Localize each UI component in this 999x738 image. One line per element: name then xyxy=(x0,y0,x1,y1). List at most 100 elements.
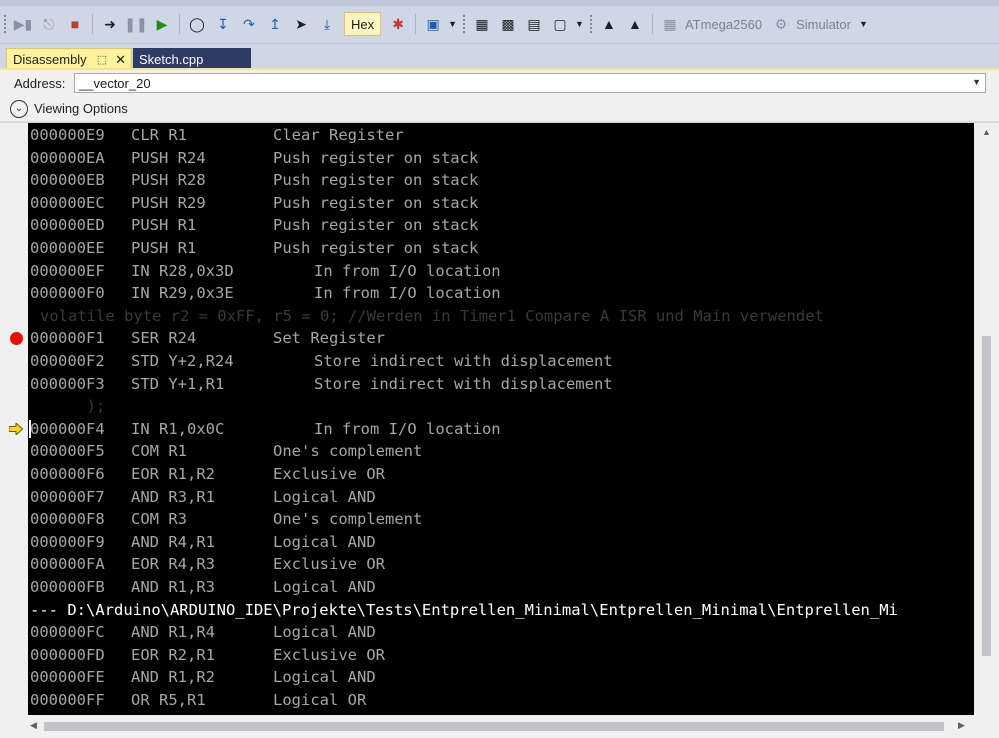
asm-instruction: EOR R1,R2 xyxy=(131,465,215,483)
asm-description: Push register on stack xyxy=(273,216,479,235)
asm-instruction: AND R4,R1 xyxy=(131,532,215,551)
registers-icon[interactable]: ▩ xyxy=(497,13,519,35)
viewing-options-toggle[interactable]: ⌄ Viewing Options xyxy=(0,96,999,122)
device-selector[interactable]: ATmega2560 xyxy=(685,17,762,32)
asm-address: 000000FF xyxy=(30,691,105,709)
horizontal-scrollbar[interactable]: ◀ ▶ xyxy=(0,715,999,738)
asm-instruction: OR R5,R1 xyxy=(131,691,206,709)
asm-address: 000000EC xyxy=(30,193,105,212)
asm-address: 000000F2 xyxy=(30,352,105,370)
erase-icon[interactable]: ▲ xyxy=(624,13,646,35)
asm-address: 000000EE xyxy=(30,239,105,257)
disassembly-view[interactable]: 000000E9 CLR R1 Clear Register 000000EA PUSH… xyxy=(28,123,974,715)
hex-toggle-button[interactable]: Hex xyxy=(344,12,382,36)
asm-description: In from I/O location xyxy=(314,419,501,438)
asm-description: Push register on stack xyxy=(273,193,479,212)
scroll-up-icon[interactable]: ▲ xyxy=(982,127,991,137)
breakpoint-gutter[interactable] xyxy=(0,123,28,715)
asm-address: 000000F1 xyxy=(30,329,105,348)
asm-instruction: PUSH R1 xyxy=(131,239,197,257)
chevron-down-icon[interactable]: ⌄ xyxy=(10,99,28,118)
toolbar-grip[interactable] xyxy=(462,14,467,34)
memory-icon[interactable]: ▦ xyxy=(471,13,493,35)
asm-address: 000000F5 xyxy=(30,442,105,461)
step-over-icon[interactable]: ↷ xyxy=(238,13,260,35)
window-icon[interactable]: ▣ xyxy=(422,13,444,35)
asm-description: Logical AND xyxy=(273,668,376,687)
asm-instruction: PUSH R28 xyxy=(131,171,206,190)
asm-description: In from I/O location xyxy=(314,261,501,280)
asm-instruction: COM R3 xyxy=(131,510,187,529)
scroll-left-icon[interactable]: ◀ xyxy=(30,720,37,731)
source-line[interactable]: volatile byte r2 = 0xFF, r5 = 0; //Werde… xyxy=(40,305,824,327)
asm-instruction: EOR R4,R3 xyxy=(131,555,215,574)
step-out-icon[interactable]: ↥ xyxy=(264,13,286,35)
asm-description: Exclusive OR xyxy=(273,555,385,574)
asm-address: 000000FC xyxy=(30,623,105,642)
source-line[interactable]: ); xyxy=(40,395,106,417)
show-next-statement-icon[interactable]: ➜ xyxy=(99,13,121,35)
watch-icon[interactable]: ◯ xyxy=(186,13,208,35)
asm-instruction: COM R1 xyxy=(131,442,187,461)
scroll-thumb[interactable] xyxy=(44,722,944,731)
asm-description: Push register on stack xyxy=(273,171,479,190)
tool-selector[interactable]: Simulator xyxy=(796,17,851,32)
toolbar-separator xyxy=(179,14,180,34)
close-icon[interactable]: ✕ xyxy=(115,52,126,68)
chevron-down-icon[interactable]: ▼ xyxy=(575,19,584,29)
asm-description: Store indirect with displacement xyxy=(314,352,613,370)
asm-description: Store indirect with displacement xyxy=(314,374,613,393)
breakpoints-icon[interactable]: ✱ xyxy=(387,13,409,35)
current-instruction-arrow-icon xyxy=(8,421,24,436)
scroll-right-icon[interactable]: ▶ xyxy=(958,720,965,731)
address-input[interactable] xyxy=(74,73,986,93)
toolbar-grip[interactable] xyxy=(3,14,7,34)
tab-disassembly[interactable]: Disassembly ⬚ ✕ xyxy=(6,48,132,70)
asm-description: Logical AND xyxy=(273,487,376,506)
asm-description: Set Register xyxy=(273,329,385,348)
asm-instruction: IN R29,0x3E xyxy=(131,284,234,303)
asm-instruction: STD Y+1,R1 xyxy=(131,374,225,393)
asm-instruction: AND R1,R2 xyxy=(131,668,215,687)
chevron-down-icon[interactable]: ▼ xyxy=(972,77,981,87)
scroll-thumb[interactable] xyxy=(982,336,991,656)
toolbar-separator xyxy=(415,14,417,34)
source-file-line[interactable]: --- D:\Arduino\ARDUINO_IDE\Projekte\Test… xyxy=(30,599,898,621)
breakpoint-icon[interactable] xyxy=(10,332,23,346)
restart-icon[interactable]: ▶▮ xyxy=(12,13,34,35)
chevron-down-icon[interactable]: ▼ xyxy=(859,19,868,29)
asm-address: 000000F6 xyxy=(30,465,105,483)
asm-address: 000000F7 xyxy=(30,487,105,506)
tab-label: Disassembly xyxy=(13,52,87,67)
vertical-scrollbar[interactable]: ▲ xyxy=(974,123,999,715)
asm-address: 000000EB xyxy=(30,171,105,190)
tab-sketch-cpp[interactable]: Sketch.cpp xyxy=(133,48,251,70)
asm-description: One's complement xyxy=(273,510,423,529)
io-view-icon[interactable]: ▢ xyxy=(549,13,571,35)
run-to-cursor-icon[interactable]: ➤ xyxy=(290,13,312,35)
chevron-down-icon[interactable]: ▼ xyxy=(448,19,457,29)
asm-address: 000000F4 xyxy=(30,419,105,438)
asm-address: 000000F0 xyxy=(30,284,105,303)
asm-instruction: PUSH R24 xyxy=(131,148,206,167)
asm-description: Logical AND xyxy=(273,532,376,551)
step-into-icon[interactable]: ↧ xyxy=(212,13,234,35)
device-icon[interactable]: ▦ xyxy=(659,13,681,35)
toolbar-grip[interactable] xyxy=(588,14,593,34)
asm-instruction: PUSH R29 xyxy=(131,193,206,212)
step-icon[interactable]: ⎋ xyxy=(38,13,60,35)
program-icon[interactable]: ▲ xyxy=(598,13,620,35)
pause-icon[interactable]: ❚❚ xyxy=(124,13,147,35)
processor-icon[interactable]: ▤ xyxy=(523,13,545,35)
asm-description: Push register on stack xyxy=(273,148,479,167)
pin-icon[interactable]: ⬚ xyxy=(97,53,107,66)
run-to-line-icon[interactable]: ⤓ xyxy=(316,13,338,35)
continue-icon[interactable]: ▶ xyxy=(151,13,173,35)
asm-description: Clear Register xyxy=(273,126,404,144)
asm-description: One's complement xyxy=(273,442,423,461)
asm-address: 000000FE xyxy=(30,668,105,687)
tool-icon[interactable]: ⚙ xyxy=(770,13,792,35)
asm-instruction: IN R1,0x0C xyxy=(131,419,225,438)
stop-icon[interactable]: ■ xyxy=(64,13,86,35)
asm-address: 000000F9 xyxy=(30,532,105,551)
